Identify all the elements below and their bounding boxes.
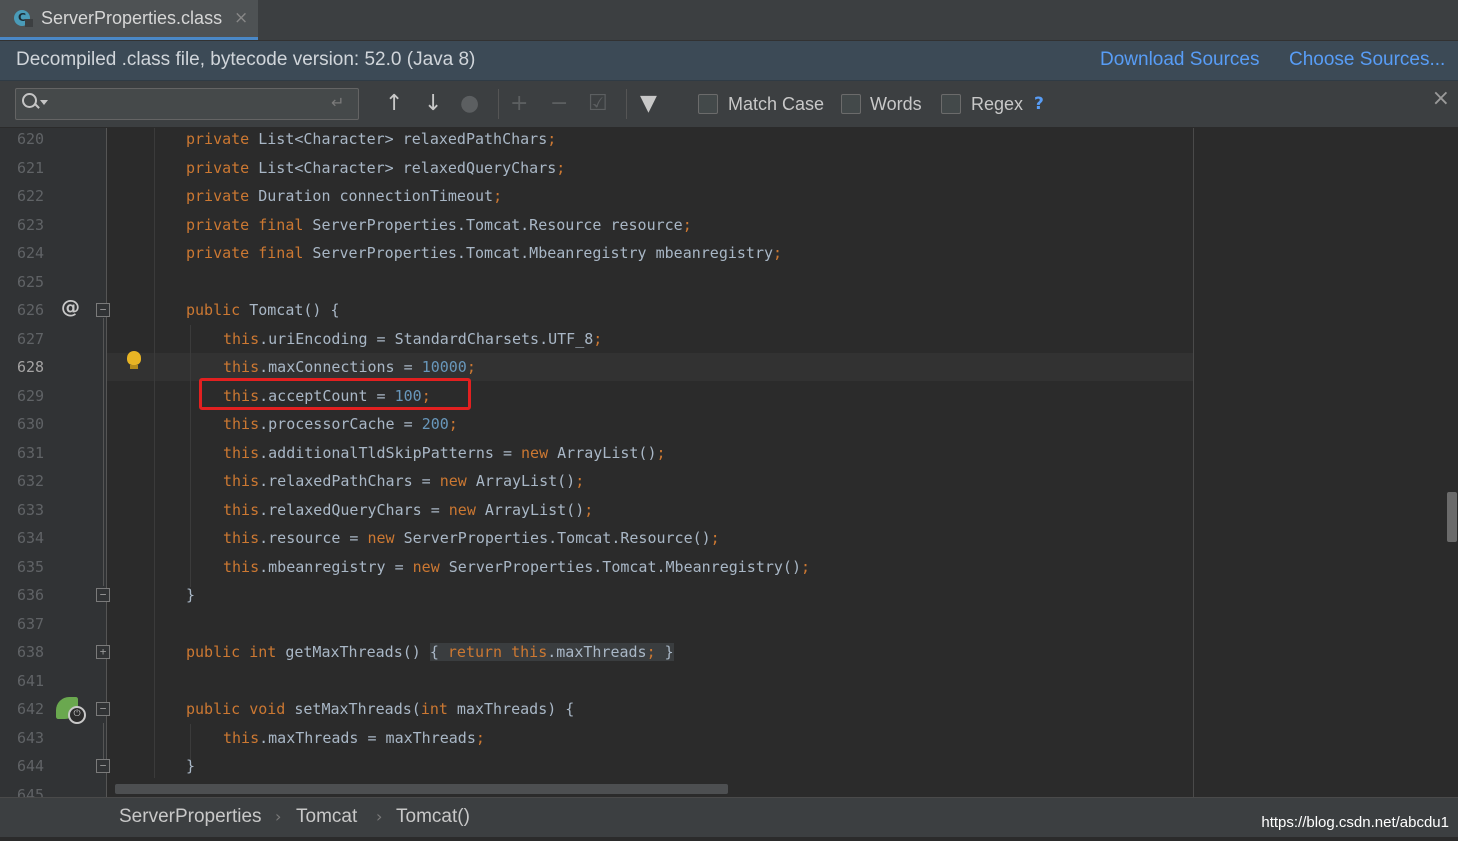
line-number: 633 — [17, 501, 45, 519]
search-icon[interactable] — [22, 93, 37, 108]
code-line: public void setMaxThreads(int maxThreads… — [186, 700, 575, 718]
choose-sources-link[interactable]: Choose Sources... — [1289, 49, 1445, 71]
line-number: 631 — [17, 444, 45, 462]
lightbulb-icon[interactable] — [127, 351, 141, 369]
horizontal-scrollbar[interactable] — [115, 784, 728, 794]
filter-icon[interactable]: ▼ — [640, 92, 657, 116]
line-number: 622 — [17, 187, 45, 205]
code-line: private final ServerProperties.Tomcat.Re… — [186, 216, 692, 234]
code-line: public int getMaxThreads() { return this… — [186, 643, 674, 661]
remove-selection-occurrence-icon[interactable]: − — [550, 92, 568, 116]
bottom-edge — [0, 837, 1458, 841]
breadcrumb-item-tomcat[interactable]: Tomcat — [296, 806, 357, 828]
line-number: 630 — [17, 415, 45, 433]
fold-collapse-icon[interactable]: − — [96, 702, 110, 716]
editor-tab-bar: C ServerProperties.class × — [0, 0, 1458, 41]
add-selection-occurrence-icon[interactable]: + — [510, 92, 528, 116]
line-number: 643 — [17, 729, 45, 747]
find-all-occurrences-icon[interactable]: ● — [460, 92, 479, 116]
right-margin-guide — [1193, 128, 1194, 797]
code-line: this.relaxedPathChars = new ArrayList(); — [223, 472, 585, 490]
fold-guide — [103, 318, 104, 586]
line-number: 624 — [17, 244, 45, 262]
decompiled-banner: Decompiled .class file, bytecode version… — [0, 41, 1458, 81]
line-number: 632 — [17, 472, 45, 490]
match-case-label[interactable]: Match Case — [728, 94, 824, 115]
regex-checkbox[interactable] — [941, 94, 961, 114]
search-input[interactable] — [52, 92, 326, 116]
code-line: private List<Character> relaxedPathChars… — [186, 130, 557, 148]
highlight-annotation-box — [199, 378, 471, 410]
line-number: 644 — [17, 757, 45, 775]
code-editor[interactable]: 620 621 622 623 624 625 626 627 628 629 630 631 632 6… — [0, 128, 1458, 797]
regex-label[interactable]: Regex — [971, 94, 1023, 115]
breadcrumb-separator: › — [275, 807, 282, 826]
line-number: 645 — [17, 786, 45, 797]
banner-message: Decompiled .class file, bytecode version… — [16, 49, 476, 70]
indent-guide — [190, 325, 191, 587]
line-number: 636 — [17, 586, 45, 604]
code-line: private Duration connectionTimeout; — [186, 187, 503, 205]
breadcrumb-item-tomcat-constructor[interactable]: Tomcat() — [396, 806, 470, 828]
line-number: 641 — [17, 672, 45, 690]
tab-title: ServerProperties.class — [41, 8, 223, 28]
code-line: } — [186, 757, 196, 775]
fold-expand-icon[interactable]: + — [96, 645, 110, 659]
search-history-dropdown-icon[interactable] — [40, 100, 48, 105]
enter-icon: ↵ — [331, 93, 345, 112]
line-number: 635 — [17, 558, 45, 576]
breadcrumb-separator: › — [376, 807, 383, 826]
line-number: 634 — [17, 529, 45, 547]
fold-end-icon[interactable]: − — [96, 759, 110, 773]
tab-server-properties[interactable]: C ServerProperties.class × — [0, 0, 258, 40]
regex-help-icon[interactable]: ? — [1034, 94, 1044, 114]
line-number: 637 — [17, 615, 45, 633]
words-label[interactable]: Words — [870, 94, 922, 115]
fold-collapse-icon[interactable]: − — [96, 303, 110, 317]
line-number: 638 — [17, 643, 45, 661]
code-line: } — [186, 586, 196, 604]
line-number: 629 — [17, 387, 45, 405]
toolbar-separator — [626, 89, 627, 119]
breadcrumb-item-serverproperties[interactable]: ServerProperties — [119, 806, 262, 828]
code-line: this.processorCache = 200; — [223, 415, 458, 433]
select-all-occurrences-icon[interactable]: ☑ — [588, 92, 608, 116]
next-occurrence-arrow-down-icon[interactable]: ↓ — [424, 92, 442, 116]
class-file-icon: C — [14, 10, 33, 27]
match-case-checkbox[interactable] — [698, 94, 718, 114]
code-line: private List<Character> relaxedQueryChar… — [186, 159, 566, 177]
indent-guide — [154, 128, 155, 778]
code-line: this.mbeanregistry = new ServerPropertie… — [223, 558, 811, 576]
download-sources-link[interactable]: Download Sources — [1100, 49, 1259, 71]
line-number: 628 — [17, 358, 45, 376]
toolbar-separator — [498, 89, 499, 119]
code-line: private final ServerProperties.Tomcat.Mb… — [186, 244, 783, 262]
previous-occurrence-arrow-up-icon[interactable]: ↑ — [385, 92, 403, 116]
breadcrumb: ServerProperties › Tomcat › Tomcat() htt… — [0, 797, 1458, 838]
code-line: this.relaxedQueryChars = new ArrayList()… — [223, 501, 594, 519]
vertical-scrollbar[interactable] — [1447, 492, 1457, 542]
code-line: this.resource = new ServerProperties.Tom… — [223, 529, 720, 547]
line-number: 621 — [17, 159, 45, 177]
line-number: 625 — [17, 273, 45, 291]
fold-guide — [103, 723, 104, 761]
close-icon[interactable]: × — [234, 8, 248, 28]
words-checkbox[interactable] — [841, 94, 861, 114]
line-number: 620 — [17, 130, 45, 148]
code-line: this.maxConnections = 10000; — [223, 358, 476, 376]
override-annotation-icon[interactable]: @ — [61, 296, 80, 318]
code-line: public Tomcat() { — [186, 301, 340, 319]
line-number: 626 — [17, 301, 45, 319]
search-field[interactable]: ↵ — [15, 88, 359, 120]
watermark-url: https://blog.csdn.net/abcdu1 — [1261, 814, 1449, 831]
fold-end-icon[interactable]: − — [96, 588, 110, 602]
close-find-bar-icon[interactable]: × — [1432, 86, 1450, 111]
code-line: this.uriEncoding = StandardCharsets.UTF_… — [223, 330, 603, 348]
code-line: this.maxThreads = maxThreads; — [223, 729, 485, 747]
find-toolbar: ↵ ↑ ↓ ● + − ☑ ▼ Match Case Words Regex ?… — [0, 81, 1458, 128]
power-icon[interactable]: ⏻ — [68, 706, 86, 724]
line-number: 623 — [17, 216, 45, 234]
code-line: this.additionalTldSkipPatterns = new Arr… — [223, 444, 666, 462]
line-number: 627 — [17, 330, 45, 348]
